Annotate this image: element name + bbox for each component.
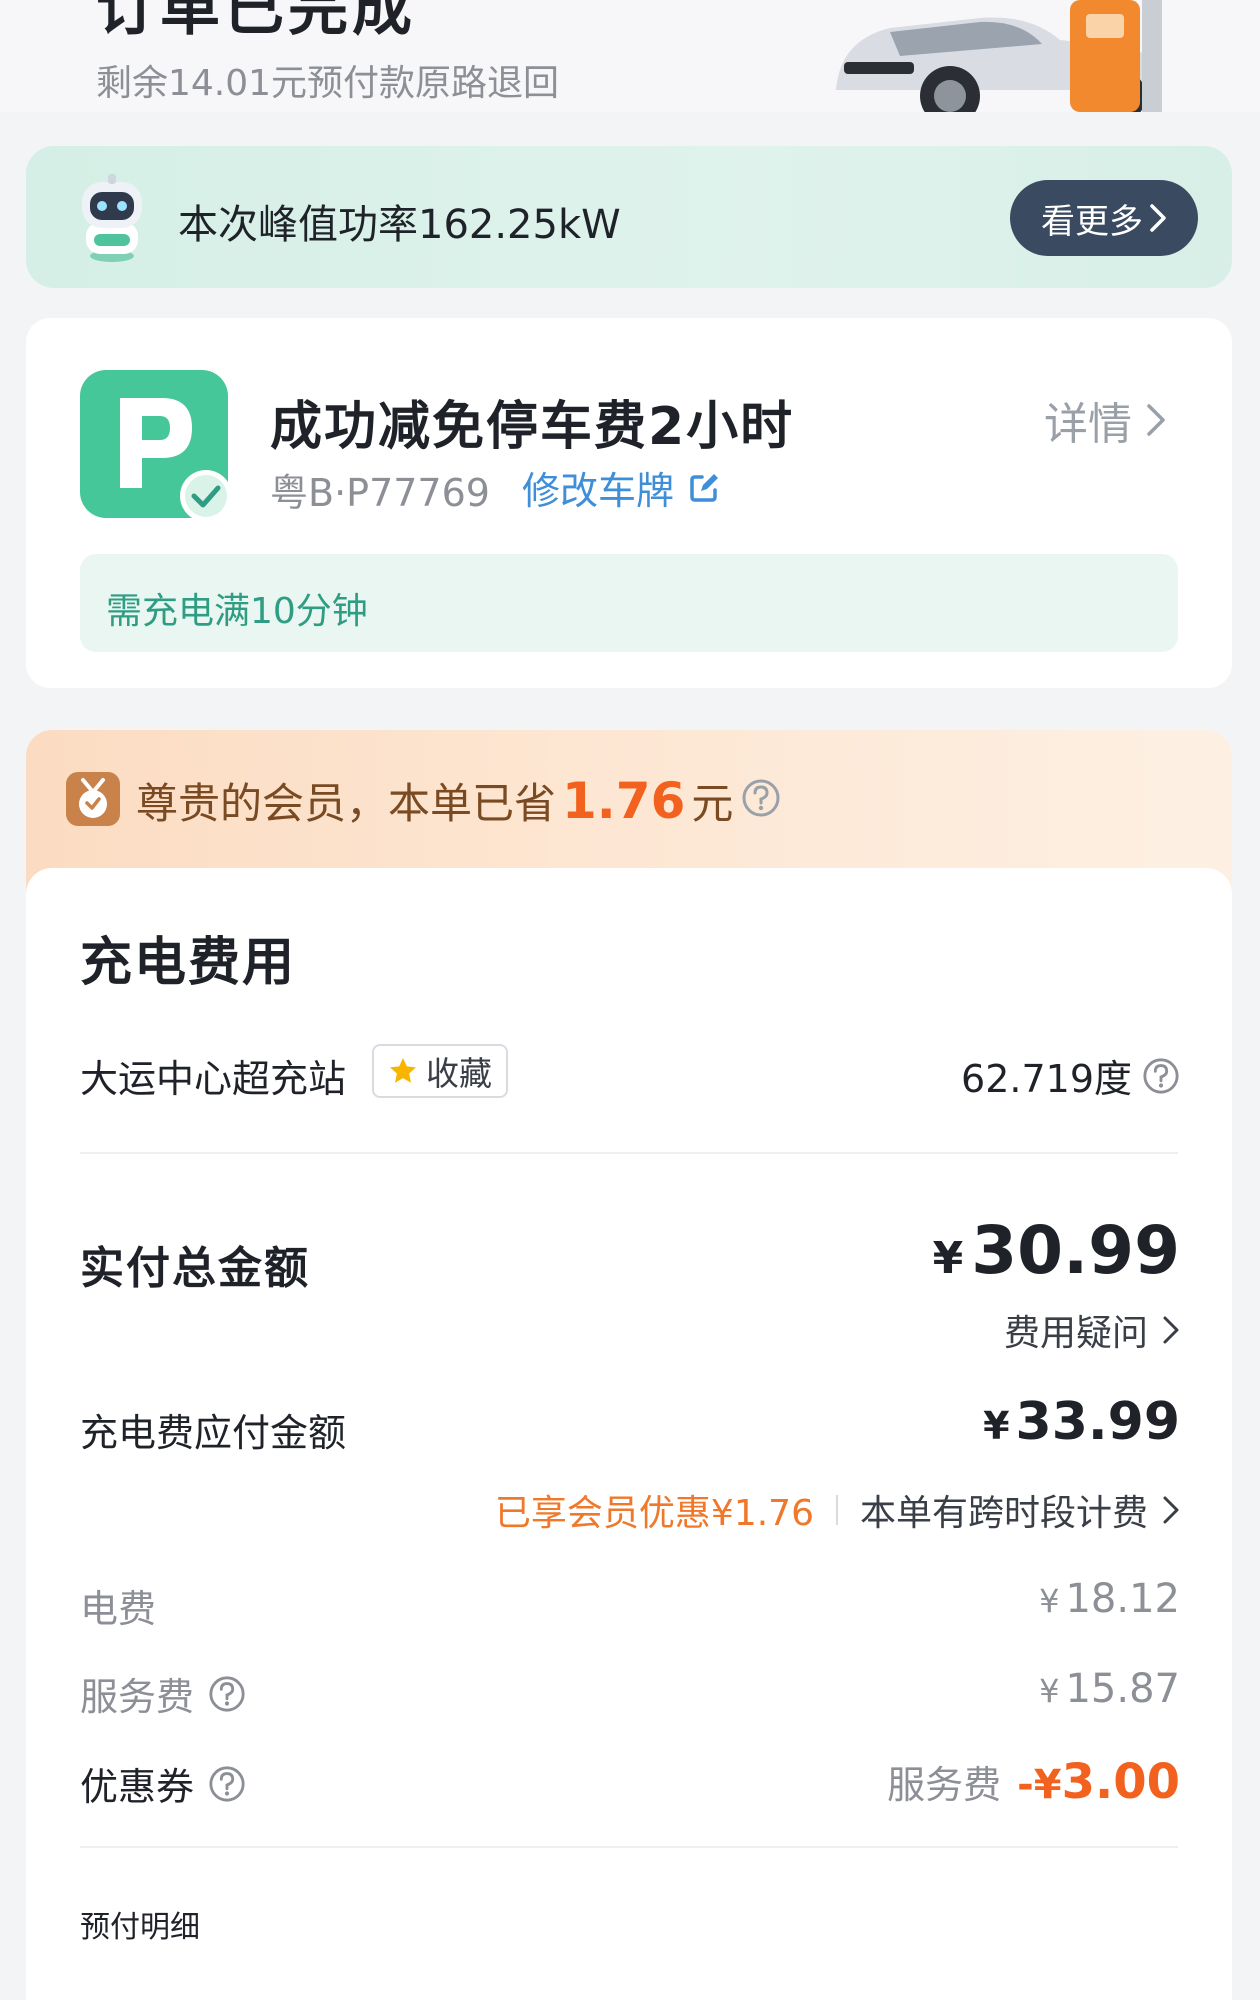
member-savings-suffix: 元 [691, 779, 734, 828]
chevron-right-icon [1163, 1496, 1179, 1524]
electricity-fee-amount: ¥ 18.12 [1039, 1576, 1180, 1622]
currency-symbol: ¥ [1039, 1582, 1060, 1620]
divider [80, 1846, 1178, 1848]
divider [80, 1152, 1178, 1154]
timeslot-label: 本单有跨时段计费 [859, 1493, 1148, 1534]
car-charging-illustration [836, 0, 1162, 112]
parking-icon [80, 370, 228, 518]
coupon-text: 优惠券 [80, 1765, 195, 1809]
order-status-title: 订单已完成 [96, 0, 416, 44]
coupon-amount: 服务费 -¥ 3.00 [887, 1754, 1180, 1810]
fee-question-label: 费用疑问 [1003, 1313, 1148, 1354]
service-fee-value: 15.87 [1065, 1666, 1180, 1712]
edit-plate-label: 修改车牌 [522, 469, 675, 513]
electricity-fee-value: 18.12 [1065, 1576, 1180, 1622]
currency-symbol: ¥ [1039, 1672, 1060, 1710]
currency-symbol: -¥ [1017, 1762, 1062, 1808]
separator [835, 1495, 838, 1525]
chevron-right-icon [1163, 1316, 1179, 1344]
chevron-right-icon [1150, 204, 1166, 232]
help-icon[interactable] [208, 1675, 246, 1713]
refund-note: 剩余14.01元预付款原路退回 [96, 63, 560, 104]
help-icon[interactable] [208, 1765, 246, 1803]
favorite-button[interactable]: 收藏 [372, 1044, 508, 1098]
timeslot-billing-link[interactable]: 本单有跨时段计费 [860, 1484, 1180, 1536]
service-fee-amount: ¥ 15.87 [1039, 1666, 1180, 1712]
edit-plate-link[interactable]: 修改车牌 [522, 460, 720, 515]
license-plate: 粤B·P77769 [270, 471, 490, 515]
help-icon[interactable] [741, 778, 781, 818]
total-paid-label: 实付总金额 [80, 1243, 310, 1294]
help-icon[interactable] [1142, 1057, 1180, 1095]
total-paid-amount: ¥ 30.99 [933, 1212, 1180, 1289]
order-header: 订单已完成 剩余14.01元预付款原路退回 [0, 0, 1260, 112]
member-medal-icon [66, 772, 120, 826]
electricity-fee-text: 电费 [80, 1587, 157, 1631]
star-icon [390, 1058, 416, 1083]
coupon-target: 服务费 [887, 1763, 1002, 1807]
detail-label: 详情 [1044, 399, 1132, 450]
fee-question-link[interactable]: 费用疑问 [1004, 1304, 1180, 1356]
see-more-button[interactable]: 看更多 [1010, 180, 1198, 256]
currency-symbol: ¥ [932, 1233, 964, 1284]
total-paid-value: 30.99 [971, 1212, 1180, 1289]
chevron-right-icon [1147, 404, 1165, 436]
coupon-value: 3.00 [1061, 1754, 1180, 1810]
energy-amount: 62.719度 [961, 1048, 1180, 1103]
favorite-label: 收藏 [426, 1054, 492, 1093]
service-fee-label: 服务费 [80, 1666, 246, 1721]
service-fee-text: 服务费 [80, 1675, 195, 1719]
member-savings-amount: 1.76 [562, 772, 686, 830]
station-name: 大运中心超充站 [80, 1057, 347, 1101]
energy-value: 62.719度 [961, 1057, 1132, 1101]
discount-row: 已享会员优惠¥1.76 本单有跨时段计费 [495, 1484, 1180, 1536]
robot-mascot-icon [82, 174, 142, 262]
parking-waiver-title: 成功减免停车费2小时 [270, 397, 795, 457]
payable-amount: ¥ 33.99 [983, 1392, 1180, 1452]
see-more-label: 看更多 [1041, 201, 1143, 242]
parking-detail-link[interactable]: 详情 [1044, 388, 1166, 452]
electricity-fee-label: 电费 [80, 1578, 156, 1633]
coupon-label: 优惠券 [80, 1756, 246, 1811]
member-savings-text: 尊贵的会员，本单已省 1.76 元 [136, 770, 781, 831]
charge-requirement-text: 需充电满10分钟 [106, 591, 368, 632]
peak-power-text: 本次峰值功率162.25kW [178, 202, 621, 248]
payable-value: 33.99 [1015, 1392, 1180, 1452]
member-savings-prefix: 尊贵的会员，本单已省 [136, 779, 557, 828]
edit-icon [690, 473, 719, 502]
fee-section-title: 充电费用 [80, 933, 297, 993]
payable-label: 充电费应付金额 [80, 1411, 347, 1455]
currency-symbol: ¥ [983, 1404, 1010, 1448]
member-discount-text: 已享会员优惠¥1.76 [494, 1493, 814, 1534]
prepay-detail-label[interactable]: 预付明细 [80, 1902, 200, 1946]
